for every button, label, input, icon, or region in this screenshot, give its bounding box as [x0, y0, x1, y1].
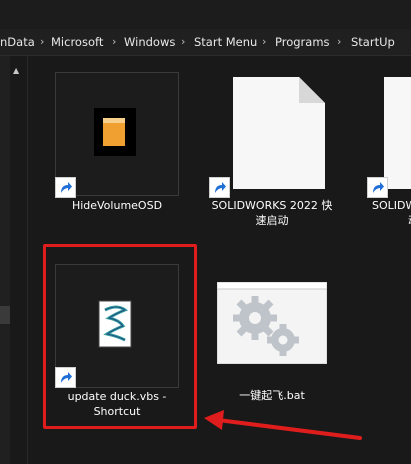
file-name-label: SOLIDWORKS 动	[372, 198, 411, 228]
breadcrumb-item-startup[interactable]: StartUp	[351, 29, 395, 55]
title-strip	[0, 0, 411, 29]
breadcrumb-separator: ›	[112, 35, 117, 48]
breadcrumb-item-appdata[interactable]: nData	[0, 29, 35, 55]
file-name-label: HideVolumeOSD	[71, 199, 163, 212]
shortcut-arrow-icon	[367, 177, 388, 198]
breadcrumb-item-microsoft[interactable]: Microsoft	[51, 29, 103, 55]
file-name-line-2: 速启动	[255, 214, 289, 227]
file-tile-batch-file[interactable]: 一键起飞.bat	[205, 282, 339, 412]
file-tile-solidworks-other[interactable]: SOLIDWORKS 动	[362, 72, 411, 232]
annotation-arrow	[204, 410, 362, 440]
file-tile-hidevolumeosd[interactable]: HideVolumeOSD	[55, 72, 179, 222]
file-name-line-1: SOLIDWORKS 2022 快	[211, 199, 333, 212]
scroll-up-icon[interactable]: ▲	[13, 66, 19, 75]
shortcut-arrow-icon	[209, 177, 230, 198]
breadcrumb-separator: ›	[181, 35, 186, 48]
navigation-pane[interactable]: ▲	[0, 56, 28, 464]
breadcrumb-separator: ›	[262, 35, 267, 48]
breadcrumb-item-windows[interactable]: Windows	[124, 29, 175, 55]
document-icon	[384, 77, 411, 189]
scrollbar-thumb[interactable]	[0, 306, 10, 324]
breadcrumb-item-programs[interactable]: Programs	[275, 29, 330, 55]
file-name-line-1: SOLIDWORKS	[372, 199, 411, 212]
highlight-box	[43, 244, 197, 429]
breadcrumb-separator: ›	[40, 35, 45, 48]
volume-app-icon	[94, 108, 136, 156]
file-name-label: SOLIDWORKS 2022 快 速启动	[201, 198, 343, 228]
shortcut-arrow-icon	[55, 177, 76, 198]
navigation-scrollbar[interactable]	[0, 56, 10, 464]
breadcrumb-separator: ›	[337, 35, 342, 48]
file-tile-solidworks-2022[interactable]: SOLIDWORKS 2022 快 速启动	[205, 72, 339, 232]
address-bar[interactable]: nData › Microsoft › Windows › Start Menu…	[0, 29, 411, 56]
file-name-line-2: 动	[372, 213, 411, 228]
batch-gears-icon	[217, 282, 327, 364]
document-icon	[233, 77, 325, 189]
breadcrumb-item-start-menu[interactable]: Start Menu	[194, 29, 257, 55]
